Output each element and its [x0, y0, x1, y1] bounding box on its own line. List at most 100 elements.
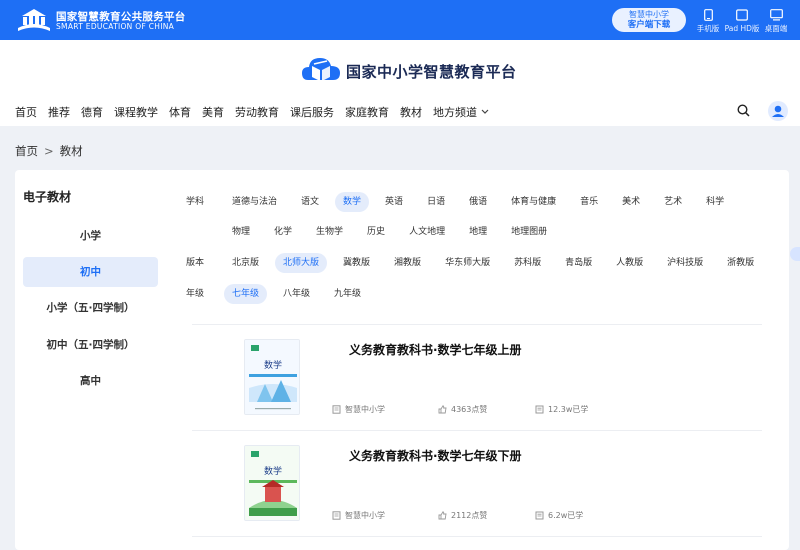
device-phone[interactable]: 手机版	[695, 9, 721, 34]
book-learners: 12.3w已学	[535, 404, 588, 415]
textbook-panel: 电子教材 小学 初中 小学（五·四学制） 初中（五·四学制） 高中 学科 道德与法…	[15, 170, 789, 550]
sidebar-item-junior-54[interactable]: 初中（五·四学制）	[23, 330, 158, 360]
filter-option[interactable]: 俄语	[461, 192, 495, 212]
nav-item-arts[interactable]: 美育	[202, 104, 224, 120]
filter-option[interactable]: 历史	[359, 222, 393, 242]
device-phone-label: 手机版	[696, 24, 720, 33]
cover-subject-text: 数学	[264, 359, 282, 371]
filter-option[interactable]: 体育与健康	[503, 192, 564, 212]
book-card[interactable]: 数学 义务教育教科书·数学七年级上册 智慧中小学 4363点赞 12.3w已学	[192, 325, 762, 425]
breadcrumb-home[interactable]: 首页	[15, 144, 38, 158]
client-download-line1: 智慧中小学	[629, 10, 669, 19]
nav-item-textbooks[interactable]: 教材	[400, 104, 422, 120]
filter-option[interactable]: 浙教版	[719, 253, 762, 273]
book-title[interactable]: 义务教育教科书·数学七年级上册	[349, 341, 522, 358]
filter-option[interactable]: 人教版	[608, 253, 651, 273]
breadcrumb-separator: >	[44, 144, 54, 158]
book-likes: 4363点赞	[438, 404, 487, 415]
nav-item-afterschool[interactable]: 课后服务	[290, 104, 334, 120]
filter-subject-row-2: 物理 化学 生物学 历史 人文地理 地理 地理图册	[186, 222, 563, 242]
learn-icon	[535, 511, 544, 520]
book-learners: 6.2w已学	[535, 510, 583, 521]
nav-item-courses[interactable]: 课程教学	[114, 104, 158, 120]
filter-option[interactable]: 冀教版	[335, 253, 378, 273]
filter-option[interactable]: 湘教版	[386, 253, 429, 273]
nav-item-labor[interactable]: 劳动教育	[235, 104, 279, 120]
filter-option[interactable]: 沪科技版	[659, 253, 711, 273]
book-learners-text: 6.2w已学	[548, 511, 584, 520]
nav-item-local-label: 地方频道	[433, 106, 477, 119]
thumb-up-icon	[438, 511, 447, 520]
top-bar: 国家智慧教育公共服务平台 SMART EDUCATION OF CHINA 智慧…	[0, 0, 800, 40]
search-icon[interactable]	[737, 104, 750, 117]
filter-option[interactable]: 科学	[698, 192, 732, 212]
filter-option-selected[interactable]: 北师大版	[275, 253, 328, 273]
book-cover[interactable]: 数学	[244, 445, 300, 521]
logo-icon[interactable]	[16, 6, 52, 34]
filter-option-selected[interactable]: 七年级	[224, 284, 268, 304]
sidebar-item-junior[interactable]: 初中	[23, 257, 158, 287]
book-card[interactable]: 数学 义务教育教科书·数学七年级下册 智慧中小学 2112点赞 6.2w已学	[192, 431, 762, 531]
nav-item-sports[interactable]: 体育	[169, 104, 191, 120]
filter-option[interactable]: 人文地理	[401, 222, 453, 242]
content-area: 学科 道德与法治 语文 数学 英语 日语 俄语 体育与健康 音乐 美术 艺术 科学 物理 化学 生物学 历史…	[175, 170, 781, 550]
user-avatar[interactable]	[768, 101, 788, 121]
platform-title: 国家中小学智慧教育平台	[346, 63, 517, 81]
user-icon	[772, 105, 784, 117]
filter-option[interactable]: 语文	[293, 192, 327, 212]
filter-option[interactable]: 艺术	[656, 192, 690, 212]
nav-item-recommend[interactable]: 推荐	[48, 104, 70, 120]
filter-option[interactable]: 八年级	[275, 284, 318, 304]
filter-option[interactable]: 地理图册	[503, 222, 555, 242]
nav-item-moral[interactable]: 德育	[81, 104, 103, 120]
book-learners-text: 12.3w已学	[548, 405, 589, 414]
nav-item-home[interactable]: 首页	[15, 104, 37, 120]
device-desktop-label: 桌面端	[764, 24, 788, 33]
site-header: 国家中小学智慧教育平台 首页 推荐 德育 课程教学 体育 美育 劳动教育 课后服务 家庭教育 教材…	[0, 40, 800, 126]
filter-option[interactable]: 地理	[461, 222, 495, 242]
device-pad[interactable]: Pad HD版	[723, 9, 761, 34]
filter-option[interactable]: 九年级	[326, 284, 369, 304]
book-publisher: 智慧中小学	[332, 510, 385, 521]
client-download-button[interactable]: 智慧中小学 客户端下载	[612, 8, 686, 32]
book-icon	[332, 511, 341, 520]
book-cover[interactable]: 数学	[244, 339, 300, 415]
filter-option[interactable]: 日语	[419, 192, 453, 212]
filter-version-label: 版本	[186, 258, 205, 268]
book-icon	[332, 405, 341, 414]
learn-icon	[535, 405, 544, 414]
filter-subject-row: 学科 道德与法治 语文 数学 英语 日语 俄语 体育与健康 音乐 美术 艺术 科学	[186, 192, 740, 212]
filter-option[interactable]: 华东师大版	[437, 253, 498, 273]
book-title[interactable]: 义务教育教科书·数学七年级下册	[349, 447, 522, 464]
filter-option[interactable]: 苏科版	[506, 253, 549, 273]
sidebar-item-primary-54[interactable]: 小学（五·四学制）	[23, 293, 158, 323]
client-download-line2: 客户端下载	[627, 20, 671, 30]
divider	[192, 536, 762, 537]
nav-item-local[interactable]: 地方频道	[433, 104, 489, 120]
filter-option[interactable]: 物理	[224, 222, 258, 242]
filter-option[interactable]: 美术	[614, 192, 648, 212]
sidebar-item-senior[interactable]: 高中	[23, 366, 158, 396]
platform-logo-icon[interactable]	[300, 52, 342, 88]
book-likes: 2112点赞	[438, 510, 487, 521]
book-publisher: 智慧中小学	[332, 404, 385, 415]
breadcrumb-current: 教材	[59, 144, 83, 158]
filter-option-selected[interactable]: 数学	[335, 192, 370, 212]
pad-icon	[736, 9, 748, 21]
sidebar-item-primary[interactable]: 小学	[23, 221, 158, 251]
book-likes-text: 2112点赞	[451, 511, 488, 520]
device-desktop[interactable]: 桌面端	[762, 9, 790, 34]
filter-option[interactable]: 音乐	[572, 192, 606, 212]
book-cover-art: 数学	[245, 340, 299, 414]
filter-option[interactable]: 生物学	[308, 222, 351, 242]
filter-option[interactable]: 英语	[377, 192, 411, 212]
filter-option[interactable]: 青岛版	[557, 253, 600, 273]
cover-subject-text: 数学	[264, 465, 282, 477]
filter-option[interactable]: 道德与法治	[224, 192, 285, 212]
book-publisher-text: 智慧中小学	[345, 511, 385, 520]
filter-option[interactable]: 化学	[266, 222, 300, 242]
side-float-handle[interactable]	[790, 247, 800, 261]
nav-item-family[interactable]: 家庭教育	[345, 104, 389, 120]
filter-option[interactable]: 北京版	[224, 253, 267, 273]
sidebar-title: 电子教材	[23, 190, 72, 204]
